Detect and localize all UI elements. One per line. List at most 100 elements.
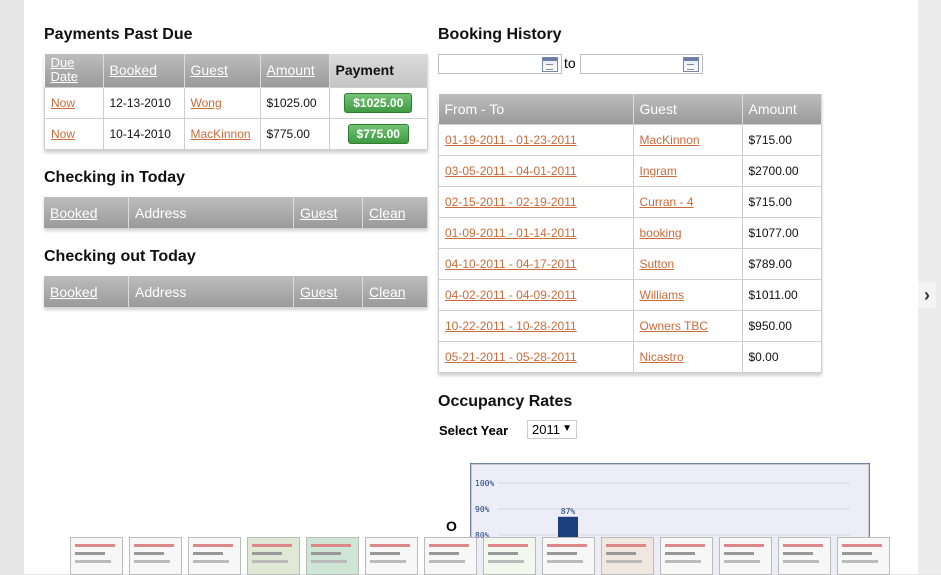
guest-link[interactable]: MacKinnon	[640, 133, 700, 147]
table-row: Now 12-13-2010 Wong $1025.00 $1025.00	[44, 86, 428, 119]
pay-button[interactable]: $1025.00	[344, 92, 413, 113]
year-select[interactable]: 2011 ▼	[527, 420, 577, 439]
thumbnail[interactable]	[365, 537, 418, 575]
thumbnail-line	[134, 544, 174, 547]
thumbnail-line	[783, 560, 819, 563]
range-link[interactable]: 01-09-2011 - 01-14-2011	[445, 226, 577, 240]
thumbnail-line	[370, 544, 410, 547]
amount-value: $0.00	[741, 340, 822, 373]
col-address: Address	[128, 276, 294, 307]
history-title: Booking History	[438, 26, 562, 43]
thumbnail[interactable]	[129, 537, 182, 575]
past-due-table: Due Date Booked Guest Amount Payment Now…	[44, 54, 428, 150]
due-link[interactable]: Now	[51, 96, 75, 110]
thumbnail-line	[370, 560, 406, 563]
calendar-icon[interactable]	[683, 57, 699, 72]
past-due-title: Payments Past Due	[44, 26, 193, 43]
thumbnail[interactable]	[424, 537, 477, 575]
thumbnail[interactable]	[306, 537, 359, 575]
col-clean[interactable]: Clean	[362, 197, 428, 228]
year-value: 2011	[532, 422, 560, 437]
range-link[interactable]: 04-10-2011 - 04-17-2011	[445, 257, 577, 271]
thumbnail-line	[75, 552, 105, 555]
thumbnail[interactable]	[247, 537, 300, 575]
thumbnail[interactable]	[70, 537, 123, 575]
thumbnail-line	[311, 552, 341, 555]
thumbnail[interactable]	[601, 537, 654, 575]
checking-out-title: Checking out Today	[44, 248, 196, 265]
guest-link[interactable]: Owners TBC	[640, 319, 708, 333]
guest-link[interactable]: Ingram	[640, 164, 677, 178]
range-link[interactable]: 05-21-2011 - 05-28-2011	[445, 350, 577, 364]
thumbnail[interactable]	[719, 537, 772, 575]
thumbnail-line	[252, 560, 288, 563]
col-amount: Amount	[742, 94, 822, 124]
guest-link[interactable]: Sutton	[640, 257, 675, 271]
thumbnail-line	[488, 544, 528, 547]
select-year-label: Select Year	[439, 423, 509, 438]
amount-value: $1011.00	[741, 278, 822, 311]
y-tick-label: 90%	[475, 505, 490, 514]
to-date-input[interactable]	[580, 54, 703, 74]
checking-in-table: Booked Address Guest Clean	[44, 197, 428, 228]
col-due-date[interactable]: Due Date	[44, 54, 104, 87]
range-link[interactable]: 10-22-2011 - 10-28-2011	[445, 319, 577, 333]
col-payment: Payment	[329, 54, 428, 87]
col-guest[interactable]: Guest	[293, 276, 363, 307]
thumbnail-line	[547, 560, 583, 563]
col-amount[interactable]: Amount	[260, 54, 330, 87]
table-row: 02-15-2011 - 02-19-2011 Curran - 4 $715.00	[438, 185, 822, 218]
thumbnail[interactable]	[778, 537, 831, 575]
thumbnail-line	[606, 544, 646, 547]
thumbnail-line	[783, 552, 813, 555]
side-letter: O	[446, 518, 457, 534]
bar-data-label: 87%	[561, 507, 576, 516]
thumbnail-line	[842, 560, 878, 563]
guest-link[interactable]: Wong	[191, 96, 222, 110]
thumbnail[interactable]	[660, 537, 713, 575]
amount-value: $950.00	[741, 309, 822, 342]
calendar-icon[interactable]	[542, 57, 558, 72]
range-link[interactable]: 04-02-2011 - 04-09-2011	[445, 288, 577, 302]
thumbnail[interactable]	[483, 537, 536, 575]
amount-value: $1025.00	[259, 86, 330, 119]
col-guest[interactable]: Guest	[293, 197, 363, 228]
col-booked[interactable]: Booked	[103, 54, 185, 87]
table-row: 01-09-2011 - 01-14-2011 booking $1077.00	[438, 216, 822, 249]
thumbnail[interactable]	[837, 537, 890, 575]
due-link[interactable]: Now	[51, 127, 75, 141]
guest-link[interactable]: booking	[640, 226, 682, 240]
chevron-right-icon[interactable]: ›	[918, 282, 936, 308]
thumbnail-line	[606, 560, 642, 563]
col-booked[interactable]: Booked	[44, 276, 129, 307]
table-row: 05-21-2011 - 05-28-2011 Nicastro $0.00	[438, 340, 822, 373]
col-clean[interactable]: Clean	[362, 276, 428, 307]
col-booked[interactable]: Booked	[44, 197, 129, 228]
guest-link[interactable]: Williams	[640, 288, 685, 302]
amount-value: $789.00	[741, 247, 822, 280]
thumbnail-line	[665, 552, 695, 555]
col-guest[interactable]: Guest	[184, 54, 261, 87]
guest-link[interactable]: Curran - 4	[640, 195, 694, 209]
thumbnail[interactable]	[542, 537, 595, 575]
pay-button[interactable]: $775.00	[347, 123, 409, 144]
thumbnail-line	[311, 544, 351, 547]
guest-link[interactable]: MacKinnon	[191, 127, 251, 141]
thumbnail-line	[665, 560, 701, 563]
booked-date: 10-14-2010	[102, 117, 185, 150]
thumbnail-line	[724, 544, 764, 547]
thumbnail-line	[134, 560, 170, 563]
thumbnail-line	[429, 552, 459, 555]
thumbnail-line	[134, 552, 164, 555]
amount-value: $1077.00	[741, 216, 822, 249]
guest-link[interactable]: Nicastro	[640, 350, 684, 364]
thumbnail-line	[75, 544, 115, 547]
col-from-to: From - To	[438, 94, 634, 124]
thumbnail-line	[429, 544, 469, 547]
table-row: 03-05-2011 - 04-01-2011 Ingram $2700.00	[438, 154, 822, 187]
range-link[interactable]: 02-15-2011 - 02-19-2011	[445, 195, 577, 209]
from-date-input[interactable]	[438, 54, 562, 74]
thumbnail[interactable]	[188, 537, 241, 575]
range-link[interactable]: 01-19-2011 - 01-23-2011	[445, 133, 577, 147]
range-link[interactable]: 03-05-2011 - 04-01-2011	[445, 164, 577, 178]
